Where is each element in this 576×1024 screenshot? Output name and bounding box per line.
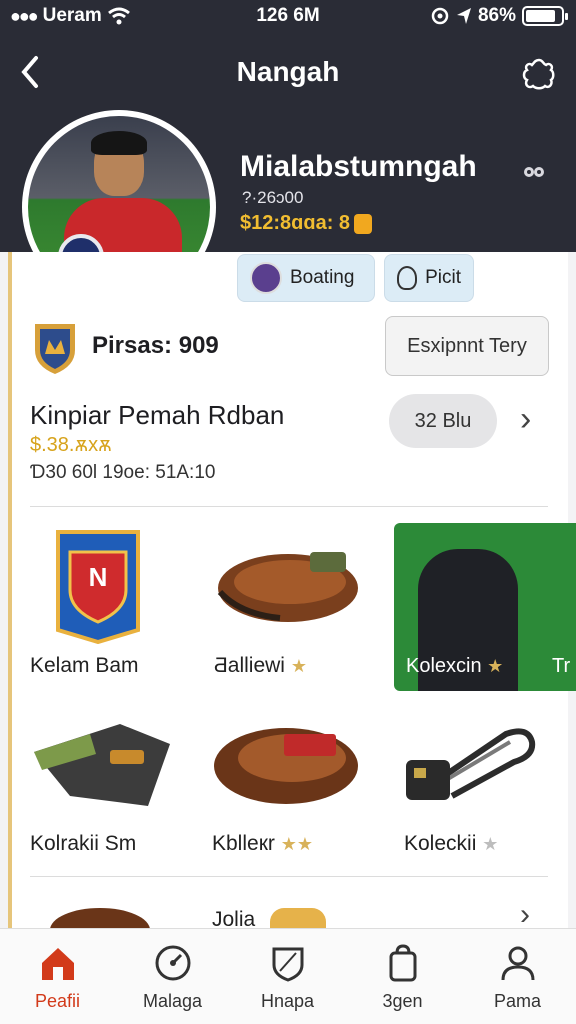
explore-button[interactable]: Esxipnnt Tery <box>385 316 549 376</box>
status-right: 86% <box>430 5 568 27</box>
balance-value: $12:8ɑɑa: 8 <box>240 212 351 234</box>
svg-text:N: N <box>89 562 108 592</box>
item-label: Kolrakii Sm <box>30 832 137 855</box>
rating-stars: ★ <box>487 656 504 676</box>
battery-percent: 86% <box>477 5 516 26</box>
chevron-right-icon[interactable]: › <box>520 898 530 932</box>
tab-label: Peafii <box>34 991 81 1011</box>
featured-item-card[interactable]: Kolexcin ★ Tr <box>394 523 576 691</box>
gear-icon <box>522 58 555 90</box>
tab-hnapa[interactable]: Hnapa <box>230 929 345 1024</box>
summary-meta: Ɗ30 60l 19oe: 51A:10 <box>30 462 216 483</box>
tab-label: Hnapa <box>260 991 315 1011</box>
tab-3gen[interactable]: 3gen <box>345 929 460 1024</box>
settings-button[interactable] <box>520 56 558 94</box>
collection-item[interactable]: Kolrakii Sm <box>30 712 200 862</box>
shield-icon <box>272 947 304 982</box>
collection-item[interactable]: N Kelam Bam <box>30 524 200 694</box>
battery-icon <box>522 6 568 26</box>
tab-profile[interactable]: Peafii <box>0 929 115 1024</box>
collection-item-partial[interactable] <box>40 896 160 928</box>
item-label-text: Koleckii <box>404 832 477 855</box>
club-shield-icon <box>250 262 282 294</box>
collection-item-partial[interactable]: Jolia <box>212 898 352 928</box>
boost-chip[interactable]: Boating <box>237 254 375 302</box>
tab-label: 3gen <box>382 991 423 1011</box>
rating-stars: ★ <box>482 834 499 854</box>
points-label: Pirsas: 909 <box>92 332 219 359</box>
tab-label: Pama <box>493 991 542 1011</box>
bag-icon <box>389 944 417 982</box>
rank-shield-icon <box>35 324 75 374</box>
next-item-label: Tr <box>552 655 571 677</box>
summary-pill-button[interactable]: 32 Blu <box>389 394 497 448</box>
coin-icon <box>354 213 373 234</box>
badge-icon <box>270 908 326 928</box>
lock-icon <box>406 728 536 800</box>
wallet-icon <box>214 728 358 804</box>
gloves-icon <box>34 724 170 806</box>
home-icon <box>42 948 74 980</box>
summary-value: $.38.ѫxѫ <box>30 434 112 456</box>
item-label: Koleckii ★ <box>404 832 498 856</box>
rating-stars: ★★ <box>280 834 314 854</box>
tab-pama[interactable]: Pama <box>460 929 575 1024</box>
item-label-text: Kblleкr <box>212 832 275 855</box>
battery-fill <box>526 10 555 22</box>
item-label: Kelam Bam <box>30 654 139 677</box>
pick-chip[interactable]: Picit <box>384 254 474 302</box>
boost-label: Boating <box>290 267 355 288</box>
profile-id: ?·26ɔ00 <box>242 188 304 207</box>
bottom-tab-bar: Peafii Malaga Hnapa 3gen Pama <box>0 928 576 1024</box>
item-label: Kblleкr ★★ <box>212 832 313 856</box>
tab-malaga[interactable]: Malaga <box>115 929 230 1024</box>
status-bar: ●●● Ueram 126 6M 86% <box>0 0 576 32</box>
gauge-icon <box>155 945 191 981</box>
collection-item[interactable]: Ƌalliewi ★ <box>210 524 380 694</box>
collection-item[interactable]: Kblleкr ★★ <box>210 712 380 862</box>
collection-item[interactable]: Koleckii ★ <box>400 712 560 862</box>
location-icon <box>456 8 471 24</box>
profile-icon <box>501 946 535 981</box>
item-label: Jolia <box>212 908 256 928</box>
item-label-text: Ƌalliewi <box>214 654 285 677</box>
page-title: Nangah <box>236 56 340 87</box>
summary-title: Kinpiar Pemah Rdban <box>30 400 285 430</box>
tab-label: Malaga <box>142 991 203 1011</box>
glove-icon <box>217 552 358 622</box>
profile-balance: $12:8ɑɑa: 8 <box>240 212 373 235</box>
more-icon[interactable] <box>522 164 546 180</box>
divider <box>30 506 548 507</box>
profile-name: Mialabstumngah <box>240 150 477 183</box>
rating-stars: ★ <box>290 656 307 676</box>
divider <box>30 876 548 877</box>
item-label: Ƌalliewi ★ <box>214 654 307 678</box>
chevron-right-icon[interactable]: › <box>520 400 531 439</box>
avatar-hair <box>91 131 147 155</box>
featured-label: Kolexcin ★ <box>406 655 503 678</box>
featured-label-text: Kolexcin <box>406 655 482 677</box>
glove-icon <box>50 908 150 928</box>
pick-label: Picit <box>425 267 461 288</box>
person-icon <box>397 266 418 290</box>
team-badge-icon: N <box>56 530 140 644</box>
lock-rotation-icon <box>431 7 449 25</box>
